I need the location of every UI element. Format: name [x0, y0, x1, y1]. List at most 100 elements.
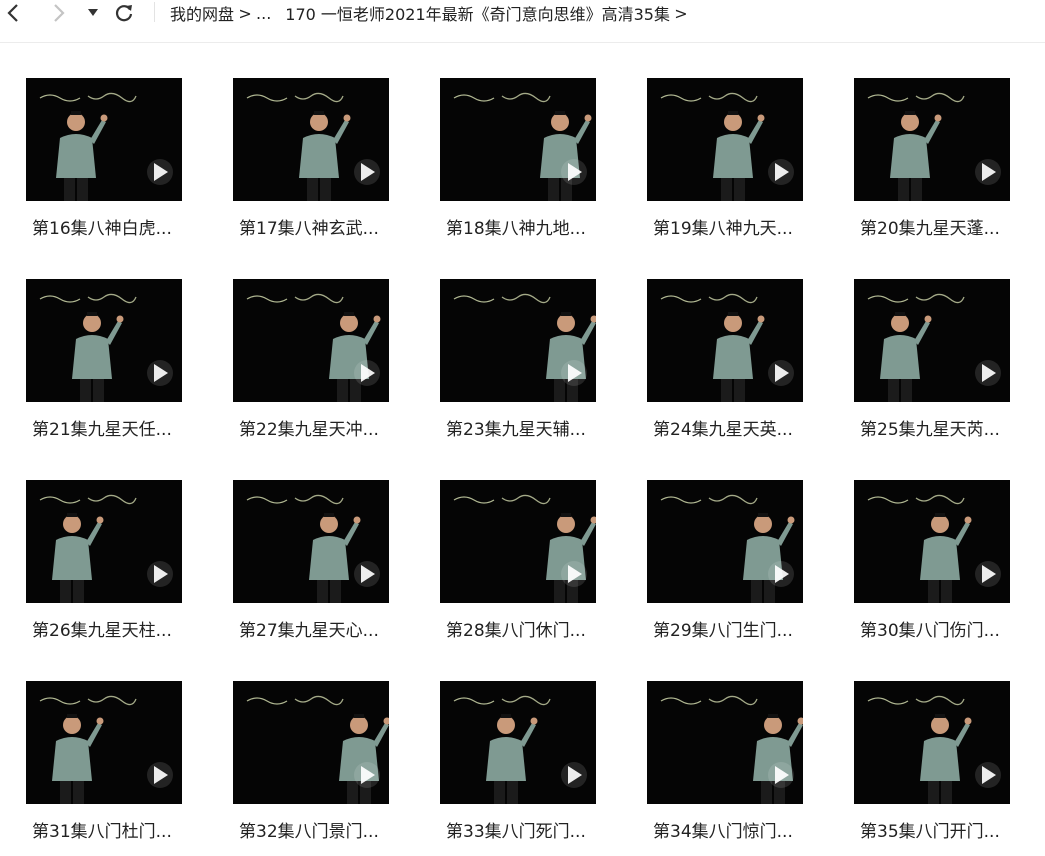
- chevron-right-icon: [54, 4, 65, 22]
- video-title[interactable]: 第34集八门惊门...: [653, 817, 813, 842]
- lecture-frame: [453, 494, 596, 603]
- video-title[interactable]: 第18集八神九地...: [446, 214, 606, 239]
- video-thumbnail[interactable]: [854, 279, 1010, 402]
- video-thumbnail[interactable]: [440, 480, 596, 603]
- video-thumbnail[interactable]: [854, 480, 1010, 603]
- lecture-frame: [246, 293, 381, 402]
- video-title[interactable]: 第23集九星天辅...: [446, 415, 606, 440]
- video-tile[interactable]: 第32集八门景门...: [233, 681, 393, 851]
- video-thumbnail[interactable]: [647, 681, 803, 804]
- lecture-frame: [246, 92, 380, 201]
- lecture-frame: [39, 92, 173, 201]
- video-thumbnail[interactable]: [26, 279, 182, 402]
- video-tile[interactable]: 第22集九星天冲...: [233, 279, 393, 449]
- video-thumbnail[interactable]: [440, 681, 596, 804]
- video-title[interactable]: 第20集九星天蓬...: [860, 214, 1020, 239]
- history-dropdown-button[interactable]: [86, 0, 100, 26]
- breadcrumb-separator: >: [238, 3, 252, 23]
- video-thumbnail[interactable]: [26, 480, 182, 603]
- video-thumbnail[interactable]: [26, 681, 182, 804]
- video-title[interactable]: 第17集八神玄武...: [239, 214, 399, 239]
- video-thumbnail[interactable]: [233, 681, 389, 804]
- video-tile[interactable]: 第19集八神九天...: [647, 78, 807, 248]
- video-tile[interactable]: 第28集八门休门...: [440, 480, 600, 650]
- toolbar-divider: [154, 2, 155, 22]
- play-icon: [975, 762, 1001, 788]
- video-thumbnail[interactable]: [440, 279, 596, 402]
- video-tile[interactable]: 第35集八门开门...: [854, 681, 1014, 851]
- lecture-frame: [867, 695, 1001, 804]
- video-title[interactable]: 第30集八门伤门...: [860, 616, 1020, 641]
- play-icon: [147, 561, 173, 587]
- video-title[interactable]: 第27集九星天心...: [239, 616, 399, 641]
- refresh-button[interactable]: [112, 0, 136, 26]
- video-tile[interactable]: 第27集九星天心...: [233, 480, 393, 650]
- video-tile[interactable]: 第26集九星天柱...: [26, 480, 186, 650]
- video-thumbnail[interactable]: [647, 78, 803, 201]
- video-title[interactable]: 第25集九星天芮...: [860, 415, 1020, 440]
- video-tile[interactable]: 第24集九星天英...: [647, 279, 807, 449]
- breadcrumb-ellipsis[interactable]: ...: [256, 4, 271, 23]
- play-icon: [561, 762, 587, 788]
- play-icon: [147, 159, 173, 185]
- breadcrumb-root[interactable]: 我的网盘: [170, 1, 234, 25]
- play-icon: [768, 159, 794, 185]
- video-title[interactable]: 第21集九星天任...: [32, 415, 192, 440]
- play-icon: [975, 561, 1001, 587]
- video-title[interactable]: 第22集九星天冲...: [239, 415, 399, 440]
- video-thumbnail[interactable]: [647, 480, 803, 603]
- top-toolbar: 我的网盘 > ... 170 一恒老师2021年最新《奇门意向思维》高清35集 …: [0, 0, 1045, 43]
- play-icon: [561, 159, 587, 185]
- video-title[interactable]: 第35集八门开门...: [860, 817, 1020, 842]
- video-thumbnail[interactable]: [854, 681, 1010, 804]
- video-tile[interactable]: 第34集八门惊门...: [647, 681, 807, 851]
- video-thumbnail[interactable]: [233, 480, 389, 603]
- video-title[interactable]: 第31集八门杜门...: [32, 817, 192, 842]
- video-title[interactable]: 第32集八门景门...: [239, 817, 399, 842]
- lecture-frame: [246, 695, 389, 804]
- video-thumbnail[interactable]: [233, 279, 389, 402]
- video-title[interactable]: 第33集八门死门...: [446, 817, 606, 842]
- video-title[interactable]: 第16集八神白虎...: [32, 214, 192, 239]
- video-tile[interactable]: 第31集八门杜门...: [26, 681, 186, 851]
- video-title[interactable]: 第28集八门休门...: [446, 616, 606, 641]
- breadcrumb-current[interactable]: 170 一恒老师2021年最新《奇门意向思维》高清35集: [285, 1, 670, 25]
- lecture-frame: [660, 92, 794, 201]
- play-icon: [147, 762, 173, 788]
- play-icon: [147, 360, 173, 386]
- video-tile[interactable]: 第25集九星天芮...: [854, 279, 1014, 449]
- play-icon: [354, 762, 380, 788]
- video-tile[interactable]: 第21集九星天任...: [26, 279, 186, 449]
- lecture-frame: [867, 92, 1001, 201]
- video-tile[interactable]: 第33集八门死门...: [440, 681, 600, 851]
- video-thumbnail[interactable]: [854, 78, 1010, 201]
- video-thumbnail[interactable]: [26, 78, 182, 201]
- video-title[interactable]: 第29集八门生门...: [653, 616, 813, 641]
- lecture-frame: [660, 293, 794, 402]
- lecture-frame: [246, 494, 380, 603]
- video-thumbnail[interactable]: [440, 78, 596, 201]
- lecture-frame: [39, 293, 173, 402]
- video-title[interactable]: 第19集八神九天...: [653, 214, 813, 239]
- play-icon: [561, 360, 587, 386]
- video-tile[interactable]: 第17集八神玄武...: [233, 78, 393, 248]
- back-button[interactable]: [2, 0, 24, 26]
- video-thumbnail[interactable]: [233, 78, 389, 201]
- play-icon: [768, 561, 794, 587]
- chevron-left-icon: [7, 4, 18, 22]
- video-thumbnail[interactable]: [647, 279, 803, 402]
- video-tile[interactable]: 第16集八神白虎...: [26, 78, 186, 248]
- lecture-frame: [867, 293, 1001, 402]
- video-tile[interactable]: 第18集八神九地...: [440, 78, 600, 248]
- video-title[interactable]: 第26集九星天柱...: [32, 616, 192, 641]
- breadcrumb: 我的网盘 > ... 170 一恒老师2021年最新《奇门意向思维》高清35集 …: [170, 0, 692, 26]
- forward-button[interactable]: [48, 0, 70, 26]
- video-tile[interactable]: 第30集八门伤门...: [854, 480, 1014, 650]
- video-title[interactable]: 第24集九星天英...: [653, 415, 813, 440]
- video-tile[interactable]: 第29集八门生门...: [647, 480, 807, 650]
- play-icon: [768, 762, 794, 788]
- caret-down-icon: [88, 9, 98, 16]
- video-tile[interactable]: 第23集九星天辅...: [440, 279, 600, 449]
- video-tile[interactable]: 第20集九星天蓬...: [854, 78, 1014, 248]
- play-icon: [561, 561, 587, 587]
